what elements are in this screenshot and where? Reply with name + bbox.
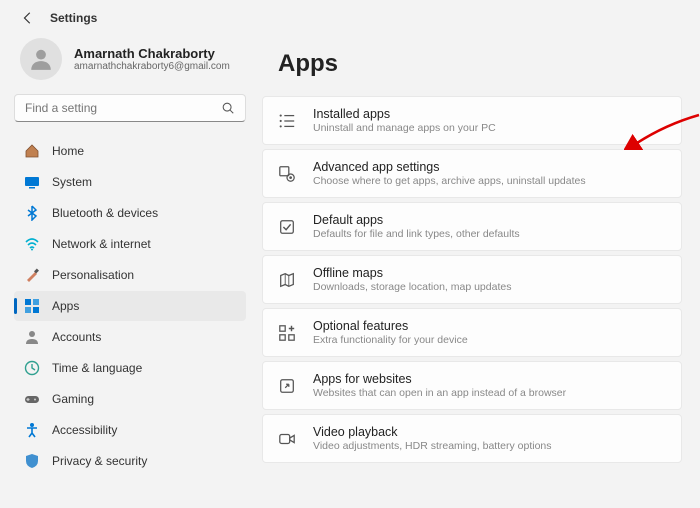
card-installed-apps[interactable]: Installed appsUninstall and manage apps … (262, 96, 682, 145)
home-icon (24, 143, 40, 159)
sidebar-item-system[interactable]: System (14, 167, 246, 197)
sidebar: Amarnath Chakraborty amarnathchakraborty… (0, 30, 256, 508)
sidebar-item-privacy-security[interactable]: Privacy & security (14, 446, 246, 476)
sidebar-item-personalisation[interactable]: Personalisation (14, 260, 246, 290)
account-icon (24, 329, 40, 345)
sidebar-item-gaming[interactable]: Gaming (14, 384, 246, 414)
share-icon (277, 376, 297, 396)
sidebar-item-time-language[interactable]: Time & language (14, 353, 246, 383)
sidebar-item-label: Gaming (52, 392, 94, 406)
back-button[interactable] (20, 10, 36, 26)
card-title: Advanced app settings (313, 160, 586, 174)
sidebar-item-label: Privacy & security (52, 454, 147, 468)
video-icon (277, 429, 297, 449)
nav-list: Home System Bluetooth & devices Network & i… (14, 136, 246, 476)
card-advanced-app-settings[interactable]: Advanced app settingsChoose where to get… (262, 149, 682, 198)
system-icon (24, 174, 40, 190)
sidebar-item-label: Accessibility (52, 423, 117, 437)
card-desc: Downloads, storage location, map updates (313, 281, 511, 293)
search-box[interactable] (14, 94, 246, 122)
card-desc: Websites that can open in an app instead… (313, 387, 566, 399)
card-title: Optional features (313, 319, 468, 333)
card-title: Default apps (313, 213, 520, 227)
sidebar-item-accounts[interactable]: Accounts (14, 322, 246, 352)
plus-grid-icon (277, 323, 297, 343)
brush-icon (24, 267, 40, 283)
card-default-apps[interactable]: Default appsDefaults for file and link t… (262, 202, 682, 251)
card-title: Offline maps (313, 266, 511, 280)
accessibility-icon (24, 422, 40, 438)
card-apps-for-websites[interactable]: Apps for websitesWebsites that can open … (262, 361, 682, 410)
sidebar-item-network-internet[interactable]: Network & internet (14, 229, 246, 259)
sidebar-item-label: System (52, 175, 92, 189)
sidebar-item-label: Network & internet (52, 237, 151, 251)
gamepad-icon (24, 391, 40, 407)
sidebar-item-label: Home (52, 144, 84, 158)
sidebar-item-apps[interactable]: Apps (14, 291, 246, 321)
sidebar-item-label: Apps (52, 299, 79, 313)
sidebar-item-label: Time & language (52, 361, 142, 375)
list-icon (277, 111, 297, 131)
avatar (20, 38, 62, 80)
sidebar-item-home[interactable]: Home (14, 136, 246, 166)
card-offline-maps[interactable]: Offline mapsDownloads, storage location,… (262, 255, 682, 304)
card-title: Installed apps (313, 107, 496, 121)
gear-app-icon (277, 164, 297, 184)
search-icon (221, 101, 235, 115)
card-desc: Defaults for file and link types, other … (313, 228, 520, 240)
user-block[interactable]: Amarnath Chakraborty amarnathchakraborty… (14, 30, 246, 94)
card-video-playback[interactable]: Video playbackVideo adjustments, HDR str… (262, 414, 682, 463)
clock-icon (24, 360, 40, 376)
user-email: amarnathchakraborty6@gmail.com (74, 61, 230, 72)
sidebar-item-accessibility[interactable]: Accessibility (14, 415, 246, 445)
card-desc: Video adjustments, HDR streaming, batter… (313, 440, 552, 452)
card-desc: Uninstall and manage apps on your PC (313, 122, 496, 134)
user-name: Amarnath Chakraborty (74, 46, 230, 61)
main-content: Apps Installed appsUninstall and manage … (256, 30, 700, 508)
map-icon (277, 270, 297, 290)
sidebar-item-label: Personalisation (52, 268, 134, 282)
header-title: Settings (50, 11, 97, 25)
default-icon (277, 217, 297, 237)
cards-list: Installed appsUninstall and manage apps … (256, 96, 682, 463)
header-bar: Settings (0, 0, 700, 30)
shield-icon (24, 453, 40, 469)
card-desc: Extra functionality for your device (313, 334, 468, 346)
sidebar-item-bluetooth-devices[interactable]: Bluetooth & devices (14, 198, 246, 228)
apps-icon (24, 298, 40, 314)
card-desc: Choose where to get apps, archive apps, … (313, 175, 586, 187)
sidebar-item-label: Accounts (52, 330, 101, 344)
wifi-icon (24, 236, 40, 252)
card-title: Video playback (313, 425, 552, 439)
card-title: Apps for websites (313, 372, 566, 386)
sidebar-item-label: Bluetooth & devices (52, 206, 158, 220)
bluetooth-icon (24, 205, 40, 221)
page-title: Apps (256, 34, 682, 96)
search-input[interactable] (25, 101, 221, 115)
card-optional-features[interactable]: Optional featuresExtra functionality for… (262, 308, 682, 357)
